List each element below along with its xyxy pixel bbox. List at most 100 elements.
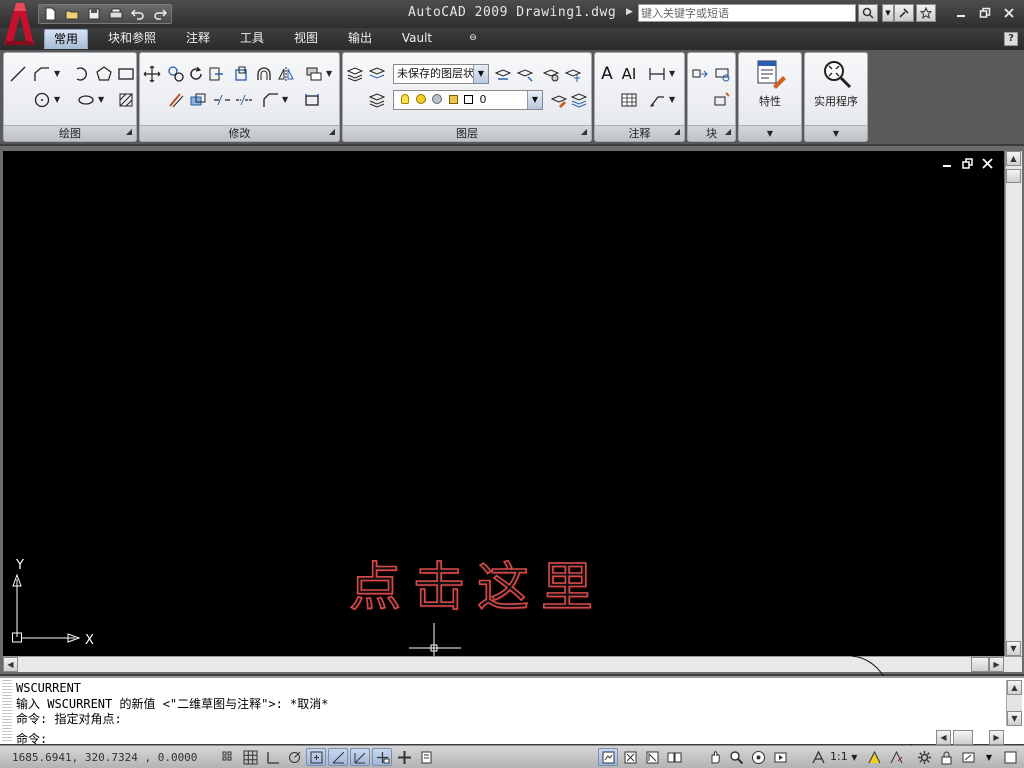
utilities-expand-button[interactable]: ▼ — [805, 125, 867, 141]
annotation-panel-title[interactable]: 注释 ◢ — [595, 125, 684, 141]
multiline-text-tool[interactable]: A — [597, 64, 617, 84]
tab-view[interactable]: 视图 — [286, 29, 326, 49]
layout-tabs-button[interactable] — [664, 748, 684, 766]
layer-combo[interactable]: 0 ▼ — [393, 90, 543, 110]
panel-launcher-icon[interactable]: ◢ — [674, 124, 680, 139]
single-line-text-tool[interactable]: AI — [619, 64, 639, 84]
array-tool[interactable] — [276, 64, 296, 84]
chevron-down-icon[interactable]: ▼ — [98, 95, 104, 104]
chevron-down-icon[interactable]: ▼ — [527, 91, 542, 109]
chevron-down-icon[interactable]: ▼ — [669, 95, 675, 104]
lineweight-toggle[interactable] — [394, 748, 414, 766]
circle-tool[interactable] — [32, 90, 52, 110]
command-line-scrollbar[interactable]: ▲ ▼ — [1006, 680, 1022, 726]
doc-minimize-button[interactable] — [940, 157, 954, 169]
annotation-scale-icon-button[interactable] — [808, 748, 828, 766]
polygon-tool[interactable] — [94, 64, 114, 84]
chevron-down-icon[interactable]: ▼ — [282, 95, 288, 104]
layer-state-button[interactable] — [367, 64, 387, 84]
cmd-scroll-right-button[interactable]: ▶ — [989, 730, 1004, 745]
subscription-center-button[interactable] — [894, 4, 914, 22]
trim-tool[interactable] — [206, 64, 226, 84]
tab-vault[interactable]: Vault — [394, 29, 440, 49]
rotate-tool[interactable] — [186, 64, 206, 84]
move-tool[interactable] — [142, 64, 162, 84]
layer-unisolate-button[interactable] — [515, 64, 535, 84]
panel-launcher-icon[interactable]: ◢ — [725, 124, 731, 139]
isolate-objects-button[interactable] — [958, 748, 978, 766]
scroll-down-button[interactable]: ▼ — [1006, 641, 1021, 656]
workspace-switching-button[interactable] — [914, 748, 934, 766]
zoom-button[interactable] — [726, 748, 746, 766]
cmd-scroll-left-button[interactable]: ◀ — [936, 730, 951, 745]
auto-scale-toggle[interactable] — [886, 748, 906, 766]
offset-tool[interactable] — [166, 90, 186, 110]
chevron-down-icon[interactable]: ▼ — [669, 69, 675, 78]
block-panel-title[interactable]: 块 ◢ — [688, 125, 735, 141]
horizontal-scroll-thumb[interactable] — [971, 657, 989, 672]
dynamic-input-toggle[interactable] — [372, 748, 392, 766]
chamfer-tool[interactable] — [260, 90, 280, 110]
arc-tool[interactable] — [72, 64, 92, 84]
cmd-scroll-down-button[interactable]: ▼ — [1007, 711, 1022, 726]
match-layer-button[interactable] — [549, 90, 569, 110]
search-input[interactable] — [638, 4, 856, 22]
layer-properties-button[interactable] — [345, 64, 365, 84]
steering-wheel-button[interactable] — [748, 748, 768, 766]
polar-tracking-toggle[interactable] — [284, 748, 304, 766]
tab-tools[interactable]: 工具 — [232, 29, 272, 49]
save-button[interactable] — [83, 5, 105, 23]
toolbar-lock-button[interactable] — [936, 748, 956, 766]
print-button[interactable] — [105, 5, 127, 23]
tab-annotate[interactable]: 注释 — [178, 29, 218, 49]
scroll-right-button[interactable]: ▶ — [989, 657, 1004, 672]
quick-properties-toggle[interactable] — [416, 748, 436, 766]
minimize-button[interactable] — [952, 5, 970, 21]
panel-launcher-icon[interactable]: ◢ — [329, 124, 335, 139]
restore-button[interactable] — [976, 5, 994, 21]
tab-output[interactable]: 输出 — [340, 29, 380, 49]
cmd-hscroll-thumb[interactable] — [953, 730, 973, 745]
layer-isolate-button[interactable] — [493, 64, 513, 84]
extend-tool[interactable] — [234, 90, 254, 110]
showmotion-button[interactable] — [770, 748, 790, 766]
chevron-down-icon[interactable]: ▼ — [473, 65, 488, 83]
redo-button[interactable] — [149, 5, 171, 23]
ortho-mode-toggle[interactable] — [262, 748, 282, 766]
chevron-down-icon[interactable]: ▼ — [54, 69, 60, 78]
explode-tool[interactable] — [302, 90, 322, 110]
quick-view-layouts-button[interactable] — [620, 748, 640, 766]
clean-screen-button[interactable] — [1000, 748, 1020, 766]
tab-blocks-references[interactable]: 块和参照 — [100, 29, 164, 49]
infocenter-expand-icon[interactable]: ▶ — [626, 7, 633, 17]
vertical-scroll-thumb[interactable] — [1006, 169, 1021, 183]
mirror-tool[interactable] — [232, 64, 252, 84]
panel-launcher-icon[interactable]: ◢ — [126, 124, 132, 139]
open-button[interactable] — [61, 5, 83, 23]
layer-state-combo[interactable]: 未保存的图层状态 ▼ — [393, 64, 489, 84]
quick-view-drawings-button[interactable] — [642, 748, 662, 766]
dynamic-ucs-toggle[interactable] — [350, 748, 370, 766]
modify-panel-title[interactable]: 修改 ◢ — [140, 125, 339, 141]
scroll-up-button[interactable]: ▲ — [1006, 151, 1021, 166]
linear-dimension-tool[interactable] — [647, 64, 667, 84]
draw-panel-title[interactable]: 绘图 ◢ — [4, 125, 136, 141]
scroll-left-button[interactable]: ◀ — [3, 657, 18, 672]
click-here-overlay-text[interactable]: 点击这里 — [348, 545, 605, 620]
application-menu-button[interactable] — [2, 1, 36, 47]
create-block-button[interactable] — [712, 64, 732, 84]
draworder-tool[interactable] — [304, 64, 324, 84]
drawing-canvas[interactable]: 点击这里 Y X — [3, 151, 1004, 656]
doc-close-button[interactable] — [980, 157, 994, 169]
object-snap-tracking-toggle[interactable] — [328, 748, 348, 766]
break-tool[interactable] — [212, 90, 232, 110]
cmd-scroll-up-button[interactable]: ▲ — [1007, 680, 1022, 695]
grid-display-toggle[interactable] — [240, 748, 260, 766]
annotation-scale[interactable]: 1:1 ▼ — [830, 750, 857, 763]
vertical-scrollbar[interactable]: ▲ ▼ — [1005, 151, 1022, 656]
chevron-down-icon[interactable]: ▼ — [54, 95, 60, 104]
properties-expand-button[interactable]: ▼ — [739, 125, 801, 141]
tab-home[interactable]: 常用 — [44, 29, 88, 49]
undo-button[interactable] — [127, 5, 149, 23]
layer-freeze-button[interactable] — [563, 64, 583, 84]
